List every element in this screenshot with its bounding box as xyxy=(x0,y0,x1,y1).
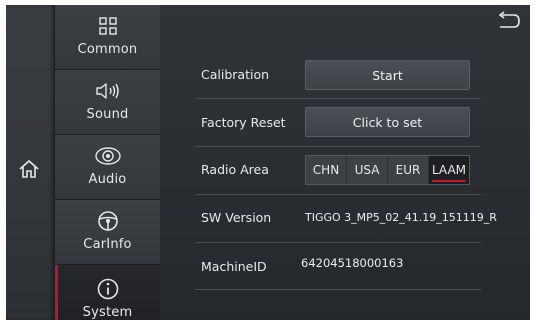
radio-area-option-eur[interactable]: EUR xyxy=(388,156,429,184)
menu-item-sound[interactable]: Sound xyxy=(55,70,160,135)
factory-reset-label: Factory Reset xyxy=(201,115,286,130)
back-button[interactable] xyxy=(496,11,522,31)
radio-area-option-chn[interactable]: CHN xyxy=(306,156,347,184)
menu-label-audio: Audio xyxy=(88,172,127,187)
sw-version-label: SW Version xyxy=(201,210,272,225)
menu-item-carinfo[interactable]: CarInfo xyxy=(55,200,160,265)
system-settings-panel: Calibration Start Factory Reset Click to… xyxy=(161,5,530,320)
audio-effect-icon xyxy=(94,147,121,165)
menu-label-system: System xyxy=(82,305,133,320)
radio-area-label: Radio Area xyxy=(201,162,269,177)
radio-area-option-usa[interactable]: USA xyxy=(347,156,388,184)
home-icon xyxy=(19,159,39,178)
speaker-icon xyxy=(95,83,119,99)
system-settings-screen: Common Sound Audio CarInfo System Calibr… xyxy=(6,5,530,320)
home-button[interactable] xyxy=(14,154,44,184)
row-divider xyxy=(195,242,481,243)
machine-id-label: MachineID xyxy=(201,259,267,274)
calibration-start-button[interactable]: Start xyxy=(305,60,470,90)
radio-area-selector: CHN USA EUR LAAM xyxy=(305,155,470,185)
row-divider xyxy=(195,289,481,290)
menu-item-common[interactable]: Common xyxy=(55,5,160,70)
row-divider xyxy=(195,98,481,99)
radio-area-option-laam[interactable]: LAAM xyxy=(429,156,469,184)
calibration-label: Calibration xyxy=(201,67,270,82)
row-divider xyxy=(195,194,481,195)
back-arrow-icon xyxy=(498,11,520,28)
sw-version-value: TIGGO 3_MP5_02_41.19_151119_R xyxy=(305,211,497,224)
row-divider xyxy=(195,146,481,147)
menu-item-system[interactable]: System xyxy=(55,265,160,320)
grid-icon xyxy=(98,17,117,35)
machine-id-value: 64204518000163 xyxy=(301,256,404,270)
menu-label-carinfo: CarInfo xyxy=(83,237,132,252)
info-icon xyxy=(97,278,118,300)
menu-label-sound: Sound xyxy=(86,107,129,122)
menu-item-audio[interactable]: Audio xyxy=(55,135,160,200)
factory-reset-button[interactable]: Click to set xyxy=(305,107,470,137)
menu-label-common: Common xyxy=(77,42,138,57)
settings-menu: Common Sound Audio CarInfo System xyxy=(55,5,160,320)
home-column xyxy=(6,5,55,320)
steering-wheel-icon xyxy=(97,211,118,231)
